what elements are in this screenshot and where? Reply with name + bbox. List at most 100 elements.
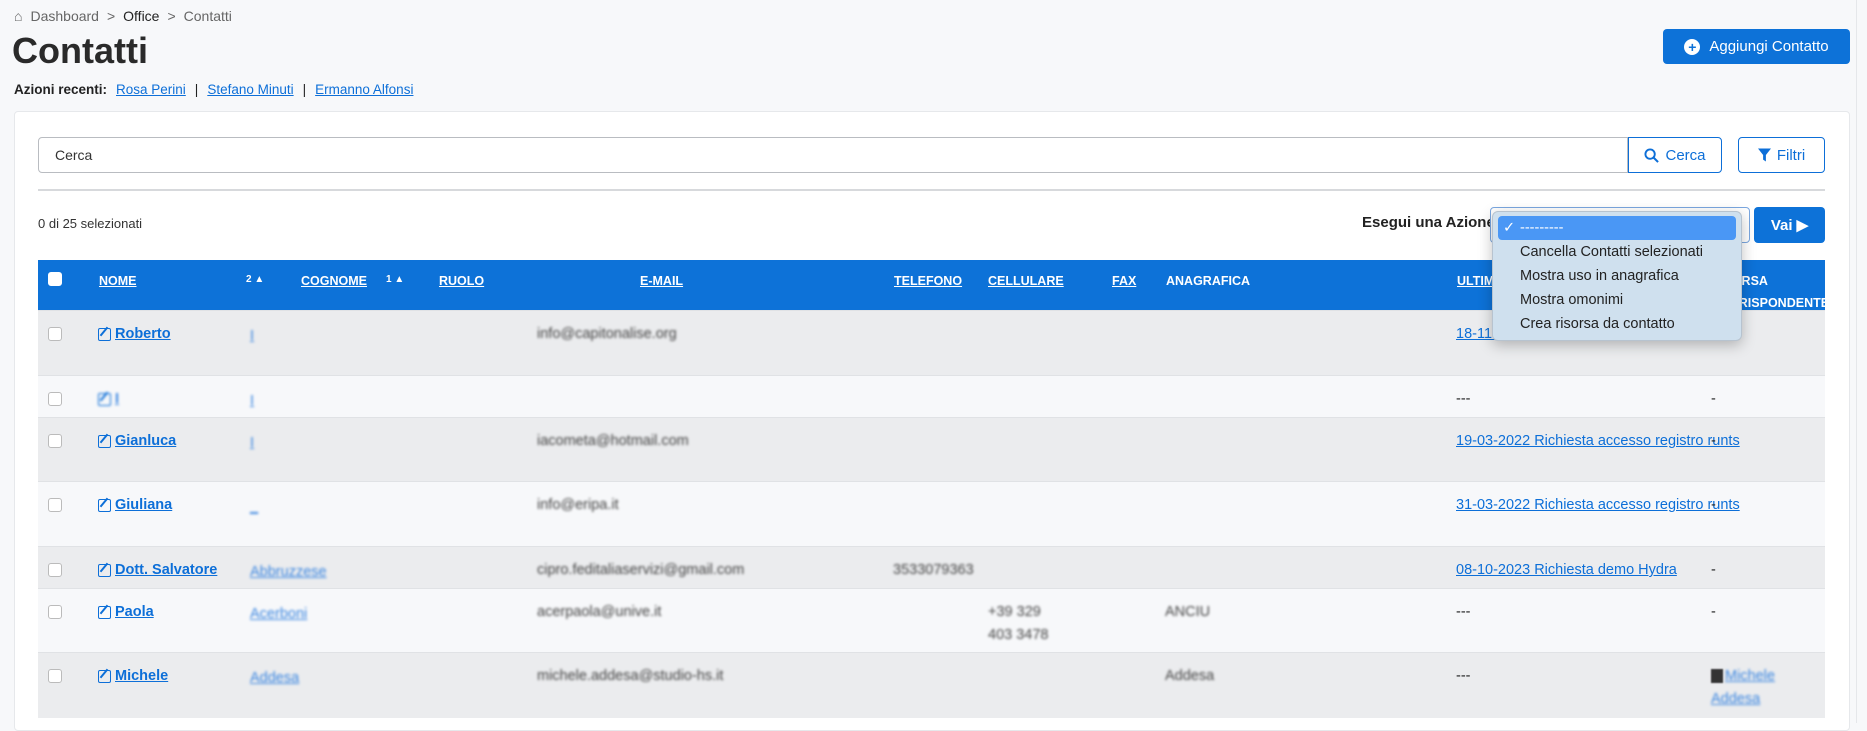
action-option[interactable]: Mostra omonimi: [1498, 288, 1736, 312]
table-row: Michele Addesa michele.addesa@studio-hs.it…: [38, 652, 1825, 718]
col-cellulare[interactable]: CELLULARE: [988, 270, 1064, 292]
divider: [38, 189, 1825, 191]
avatar: [1711, 669, 1723, 684]
action-option[interactable]: ---------: [1498, 216, 1736, 240]
edit-icon[interactable]: [98, 393, 111, 406]
contact-name-cell: Paola: [98, 601, 154, 624]
table-row: Dott. Salvatore Abbruzzese cipro.feditalia…: [38, 546, 1825, 588]
edit-icon[interactable]: [98, 435, 111, 448]
contact-name-cell: Giuliana: [98, 494, 172, 517]
contact-name-cell: Gianluca: [98, 430, 176, 453]
col-email[interactable]: E-MAIL: [640, 270, 683, 292]
surname-link[interactable]: _: [250, 496, 258, 519]
resource-cell: -: [1711, 391, 1716, 407]
surname-link[interactable]: I: [250, 432, 254, 455]
selection-count: 0 di 25 selezionati: [38, 216, 143, 231]
breadcrumb: ⌂ Dashboard > Office > Contatti: [14, 8, 232, 24]
edit-icon[interactable]: [98, 328, 111, 341]
action-option[interactable]: Mostra uso in anagrafica: [1498, 264, 1736, 288]
col-cognome[interactable]: COGNOME: [301, 270, 367, 292]
last-opportunity-link[interactable]: 08-10-2023 Richiesta demo Hydra: [1456, 559, 1746, 582]
resource-cell: Michele Addesa: [1711, 665, 1791, 711]
action-option[interactable]: Cancella Contatti selezionati: [1498, 240, 1736, 264]
contact-name-cell: Dott. Salvatore: [98, 559, 217, 582]
search-button[interactable]: Cerca: [1628, 137, 1722, 173]
search-button-label: Cerca: [1665, 146, 1706, 164]
recent-actions-label: Azioni recenti:: [14, 82, 108, 97]
col-ruolo[interactable]: RUOLO: [439, 270, 484, 292]
email-cell: michele.addesa@studio-hs.it: [537, 668, 724, 684]
go-button[interactable]: Vai ▶: [1754, 207, 1825, 243]
table-row: Giuliana _ info@eripa.it 31-03-2022 Richies…: [38, 481, 1825, 546]
surname-link[interactable]: Addesa: [250, 667, 299, 690]
edit-icon[interactable]: [98, 499, 111, 512]
email-cell: info@capitonalise.org: [537, 326, 677, 342]
row-checkbox[interactable]: [48, 498, 62, 512]
edit-icon[interactable]: [98, 670, 111, 683]
row-checkbox[interactable]: [48, 563, 62, 577]
breadcrumb-office[interactable]: Office: [123, 8, 159, 24]
row-checkbox[interactable]: [48, 605, 62, 619]
surname-link[interactable]: I: [250, 325, 254, 348]
action-option[interactable]: Crea risorsa da contatto: [1498, 312, 1736, 336]
recent-actions: Azioni recenti: Rosa Perini | Stefano Mi…: [14, 82, 413, 97]
filters-label: Filtri: [1776, 146, 1806, 164]
last-opportunity-link[interactable]: 31-03-2022 Richiesta accesso registro ru…: [1456, 494, 1746, 517]
filter-icon: [1757, 148, 1771, 162]
separator: |: [194, 82, 199, 97]
filters-button[interactable]: Filtri: [1738, 137, 1825, 173]
resource-cell: -: [1711, 433, 1716, 449]
contact-name-link[interactable]: Paola: [115, 601, 154, 624]
contact-name-link[interactable]: Michele: [115, 665, 168, 688]
surname-link[interactable]: I: [250, 390, 254, 413]
resource-cell: -: [1711, 497, 1716, 513]
recent-link[interactable]: Ermanno Alfonsi: [315, 82, 413, 97]
recent-link[interactable]: Stefano Minuti: [207, 82, 293, 97]
scrollbar[interactable]: [1856, 0, 1857, 723]
last-opportunity-link[interactable]: 19-03-2022 Richiesta accesso registro ru…: [1456, 430, 1746, 453]
email-cell: info@eripa.it: [537, 497, 619, 513]
row-checkbox[interactable]: [48, 669, 62, 683]
row-checkbox[interactable]: [48, 327, 62, 341]
breadcrumb-dashboard[interactable]: Dashboard: [30, 8, 99, 24]
sort-indicator[interactable]: 1 ▲: [386, 274, 404, 285]
action-label: Esegui una Azione: [1362, 214, 1495, 231]
recent-link[interactable]: Rosa Perini: [116, 82, 186, 97]
col-anagrafica: ANAGRAFICA: [1166, 274, 1251, 288]
registry-cell: ANCIU: [1165, 604, 1211, 620]
contact-name-link[interactable]: Giuliana: [115, 494, 172, 517]
surname-link[interactable]: Acerboni: [250, 603, 307, 626]
contact-name-link[interactable]: Roberto: [115, 323, 171, 346]
registry-cell: Addesa: [1165, 668, 1215, 684]
row-checkbox[interactable]: [48, 392, 62, 406]
resource-cell: -: [1711, 562, 1716, 578]
separator: |: [302, 82, 307, 97]
col-fax[interactable]: FAX: [1112, 270, 1136, 292]
contact-name-link[interactable]: Dott. Salvatore: [115, 559, 217, 582]
surname-link[interactable]: Abbruzzese: [250, 561, 327, 584]
email-cell: acerpaola@unive.it: [537, 604, 662, 620]
col-nome[interactable]: NOME: [99, 270, 137, 292]
row-checkbox[interactable]: [48, 434, 62, 448]
col-telefono[interactable]: TELEFONO: [894, 270, 962, 292]
breadcrumb-contatti: Contatti: [183, 8, 232, 24]
page-title: Contatti: [12, 30, 148, 71]
add-contact-button[interactable]: + Aggiungi Contatto: [1663, 29, 1850, 64]
select-all-checkbox[interactable]: [48, 272, 62, 286]
contact-name-link[interactable]: Gianluca: [115, 430, 176, 453]
play-icon: ▶: [1796, 217, 1809, 234]
edit-icon[interactable]: [98, 564, 111, 577]
breadcrumb-separator: >: [167, 8, 176, 24]
sort-indicator[interactable]: 2 ▲: [246, 274, 264, 285]
contact-name-cell: Roberto: [98, 323, 171, 346]
phone-cell: 3533079363: [893, 562, 974, 578]
mobile-cell: +39 329 403 3478: [988, 604, 1049, 643]
plus-circle-icon: +: [1684, 38, 1701, 55]
edit-icon[interactable]: [98, 606, 111, 619]
contact-name-cell: I: [98, 388, 119, 411]
table-row: Paola Acerboni acerpaola@unive.it +39 329 4…: [38, 588, 1825, 652]
contact-name-link[interactable]: I: [115, 388, 119, 411]
table-row: Gianluca Iiacometa@hotmail.com 19-03-2022 …: [38, 417, 1825, 481]
search-input[interactable]: Cerca: [38, 137, 1628, 173]
add-contact-label: Aggiungi Contatto: [1709, 38, 1829, 55]
